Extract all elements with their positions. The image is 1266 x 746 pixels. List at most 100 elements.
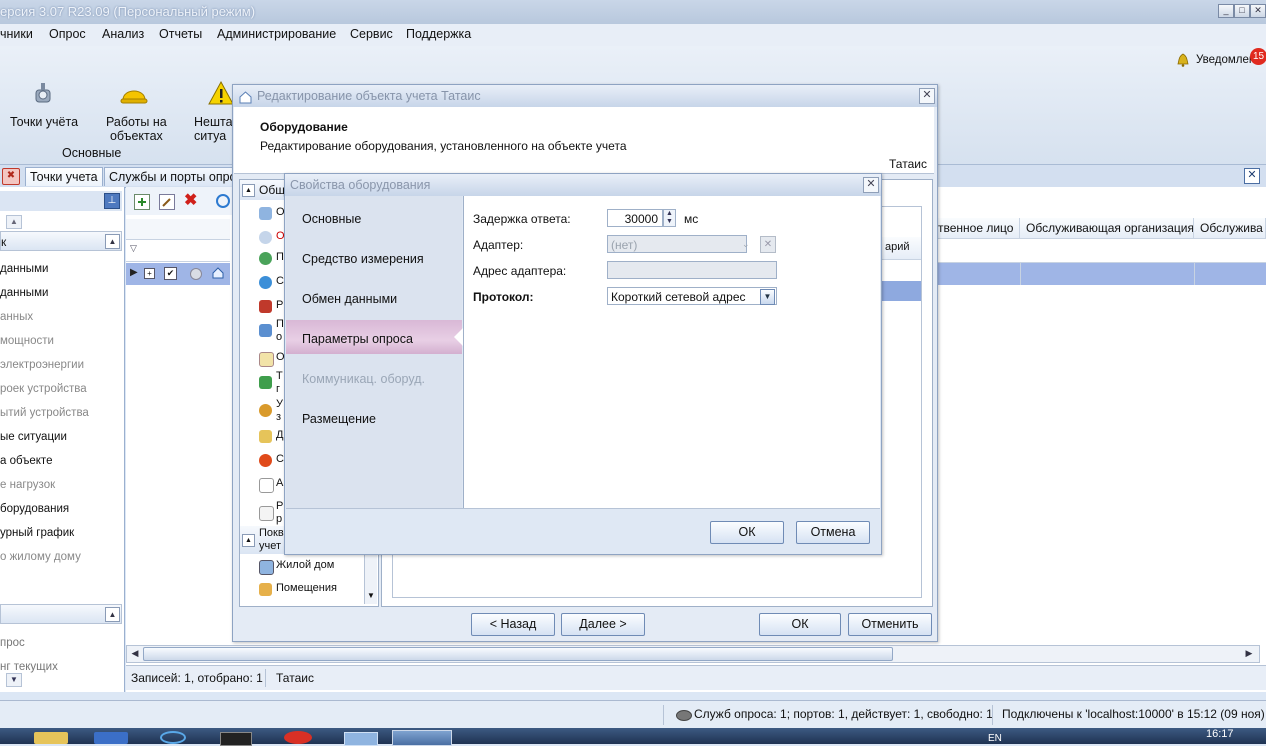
left-item[interactable]: о жилому дому [0, 551, 81, 563]
menu-item-poll[interactable]: Опрос [49, 27, 86, 41]
tree-node-icon[interactable] [259, 352, 274, 367]
tree-node-label[interactable]: Помещения [276, 582, 337, 594]
left-item[interactable]: е нагрузок [0, 479, 55, 491]
protocol-select[interactable]: Короткий сетевой адрес [607, 287, 777, 305]
left-item[interactable]: данными [0, 263, 48, 275]
selected-row-right[interactable] [926, 262, 1266, 285]
notifications-label[interactable]: Уведомлен [1196, 54, 1255, 66]
left-item[interactable]: анных [0, 311, 33, 323]
folder-task-icon[interactable] [34, 732, 68, 744]
tree-node-label[interactable]: П о [276, 318, 284, 344]
collapse-section-icon[interactable]: ▲ [105, 607, 120, 622]
adapter-clear-icon[interactable]: ✕ [760, 236, 776, 253]
column-header-service-org[interactable]: Обслуживающая организация [1020, 218, 1194, 238]
delete-record-icon[interactable]: ✖ [184, 193, 200, 209]
collapse-icon[interactable]: ▲ [242, 534, 255, 547]
scroll-right-icon[interactable]: ▶ [1243, 647, 1255, 659]
left-item[interactable]: нг текущих [0, 661, 58, 673]
points-ribbon-button[interactable]: Точки учёта [0, 76, 84, 136]
close-tab-icon[interactable]: ✕ [1244, 168, 1260, 184]
props-cancel-button[interactable]: Отмена [796, 521, 870, 544]
edit-ok-button[interactable]: ОК [759, 613, 841, 636]
nav-comm-equipment[interactable]: Коммуникац. оборуд. [302, 372, 425, 386]
left-panel-section-header[interactable]: к ▲ [0, 231, 122, 251]
spin-up-icon[interactable]: ▲ [666, 210, 673, 217]
left-item[interactable]: мощности [0, 335, 54, 347]
adapter-address-input[interactable] [607, 261, 777, 279]
tree-node-label[interactable]: Т г [276, 370, 283, 396]
tree-node-label[interactable]: П [276, 251, 284, 263]
tree-node-icon[interactable] [259, 404, 272, 417]
menu-item-directories[interactable]: чники [0, 27, 33, 41]
nav-placement[interactable]: Размещение [302, 412, 376, 426]
spin-down-icon[interactable]: ▼ [666, 218, 673, 225]
left-item[interactable]: данными [0, 287, 48, 299]
delay-input[interactable]: 30000 [607, 209, 663, 227]
left-item[interactable]: урный график [0, 527, 74, 539]
left-item[interactable]: борудования [0, 503, 69, 515]
filter-icon[interactable]: ▽ [130, 243, 140, 253]
tree-node-icon[interactable] [259, 276, 272, 289]
left-item[interactable]: прос [0, 637, 25, 649]
browser-task-icon[interactable] [160, 731, 186, 744]
tree-node-label[interactable]: Жилой дом [276, 559, 334, 571]
add-record-icon[interactable] [134, 194, 150, 210]
chrome-task-icon[interactable] [284, 731, 312, 744]
nav-poll-params[interactable]: Параметры опроса [302, 332, 413, 346]
tree-node-label[interactable]: С [276, 453, 284, 465]
protocol-dropdown-icon[interactable]: ▼ [760, 289, 775, 305]
collapse-icon[interactable]: ▲ [242, 184, 255, 197]
checkbox-icon[interactable]: ✔ [164, 267, 177, 280]
tree-node-icon[interactable] [259, 300, 272, 313]
edit-cancel-button[interactable]: Отменить [848, 613, 932, 636]
column-header-comment[interactable]: арий [885, 241, 910, 253]
scroll-up-icon[interactable]: ▲ [6, 215, 22, 229]
menu-item-analysis[interactable]: Анализ [102, 27, 144, 41]
tree-node-icon[interactable] [259, 376, 272, 389]
scrollbar-thumb[interactable] [143, 647, 893, 661]
props-ok-button[interactable]: ОК [710, 521, 784, 544]
scroll-down-icon[interactable]: ▼ [365, 590, 377, 602]
tree-node-label[interactable]: Р [276, 299, 283, 311]
edit-record-icon[interactable] [159, 194, 175, 210]
expand-icon[interactable]: + [144, 268, 155, 279]
scroll-left-icon[interactable]: ◀ [129, 647, 141, 659]
tree-node-icon[interactable] [259, 506, 274, 521]
tree-node-label[interactable]: Д [276, 429, 283, 441]
works-ribbon-button[interactable]: Работы на объектах [100, 76, 167, 143]
left-item[interactable]: ые ситуации [0, 431, 67, 443]
left-item[interactable]: роек устройства [0, 383, 87, 395]
left-item[interactable]: а объекте [0, 455, 52, 467]
menu-item-service[interactable]: Сервис [350, 27, 393, 41]
pin-icon[interactable]: ⊥ [104, 193, 120, 209]
tree-node-icon[interactable] [259, 252, 272, 265]
tree-node-icon[interactable] [259, 231, 272, 244]
column-header-service[interactable]: Обслужива [1194, 218, 1266, 238]
edit-dialog-close-icon[interactable]: ✕ [919, 88, 935, 104]
tree-node-label[interactable]: Р р [276, 500, 283, 526]
minimize-button[interactable]: _ [1218, 4, 1234, 18]
emergency-ribbon-button[interactable]: Нешта ситуа [188, 76, 234, 143]
language-indicator[interactable]: EN [988, 733, 1002, 744]
nav-measuring-device[interactable]: Средство измерения [302, 252, 424, 266]
refresh-icon[interactable] [216, 194, 230, 208]
close-button[interactable]: ✕ [1250, 4, 1266, 18]
close-all-tabs-icon[interactable]: ✖ [2, 168, 20, 185]
column-header-responsible[interactable]: ственное лицо [926, 218, 1020, 238]
menu-item-administration[interactable]: Администрирование [217, 27, 336, 41]
tree-node-label[interactable]: А [276, 477, 283, 489]
adapter-select[interactable]: (нет) [607, 235, 747, 253]
equipment-selected-row[interactable] [881, 281, 921, 301]
save-task-icon[interactable] [94, 732, 128, 744]
tree-node-icon[interactable] [259, 324, 272, 337]
back-button[interactable]: < Назад [471, 613, 555, 636]
collapse-section-icon[interactable]: ▲ [105, 234, 120, 249]
tree-node-label[interactable]: У з [276, 398, 283, 424]
scroll-down-icon[interactable]: ▼ [6, 673, 22, 687]
selected-row-left[interactable]: ▶ + ✔ [126, 263, 230, 285]
bell-icon[interactable] [1176, 53, 1190, 67]
menu-item-reports[interactable]: Отчеты [159, 27, 202, 41]
nav-main[interactable]: Основные [302, 212, 361, 226]
adapter-dropdown-icon[interactable]: ⌄ [742, 236, 754, 252]
nav-data-exchange[interactable]: Обмен данными [302, 292, 397, 306]
